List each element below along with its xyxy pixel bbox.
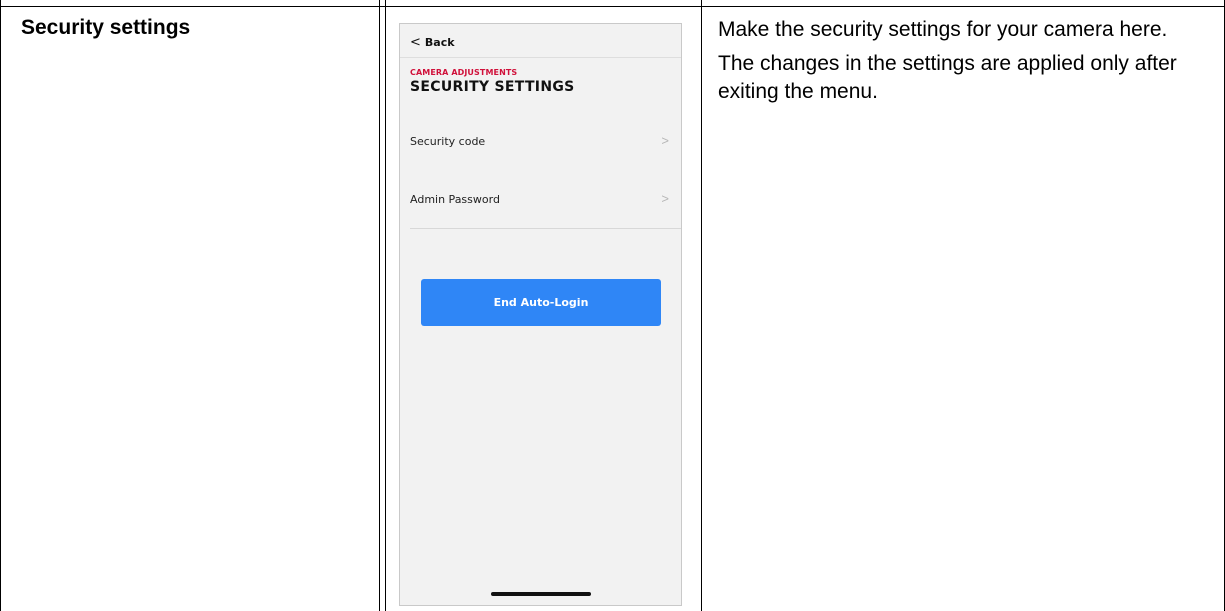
- description-paragraph-1: Make the security settings for your came…: [718, 18, 1168, 41]
- page-title: SECURITY SETTINGS: [410, 79, 575, 95]
- chevron-right-icon: >: [661, 191, 669, 206]
- menu-item-security-code[interactable]: Security code >: [400, 124, 681, 160]
- table-top-border: [0, 6, 1225, 7]
- menu-item-label: Security code: [410, 135, 486, 148]
- back-label: Back: [424, 36, 455, 49]
- menu-item-label: Admin Password: [410, 193, 500, 206]
- phone-screenshot: < Back CAMERA ADJUSTMENTS SECURITY SETTI…: [399, 23, 682, 606]
- column-divider-1: [379, 0, 380, 611]
- chevron-right-icon: >: [661, 133, 669, 148]
- section-description: Make the security settings for your came…: [718, 16, 1198, 112]
- header-divider: [400, 57, 681, 58]
- column-divider-1b: [385, 0, 386, 611]
- end-auto-login-button[interactable]: End Auto-Login: [421, 279, 661, 326]
- back-button[interactable]: < Back: [410, 36, 455, 49]
- page-subtitle: CAMERA ADJUSTMENTS: [410, 68, 518, 77]
- menu-item-admin-password[interactable]: Admin Password >: [400, 182, 681, 218]
- column-divider-2: [701, 0, 702, 611]
- home-indicator: [491, 592, 591, 596]
- chevron-left-icon: <: [410, 35, 421, 50]
- table-left-border: [0, 0, 1, 611]
- list-divider: [410, 228, 681, 229]
- description-paragraph-2: The changes in the settings are applied …: [718, 52, 1177, 103]
- section-title: Security settings: [21, 16, 191, 39]
- document-table: Security settings Make the security sett…: [0, 0, 1225, 611]
